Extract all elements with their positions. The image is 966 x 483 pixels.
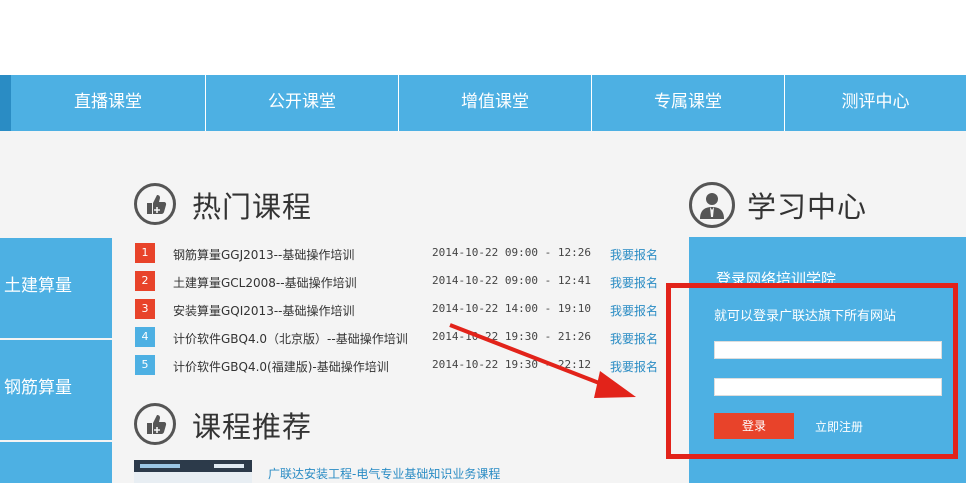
user-icon [689, 182, 735, 228]
nav-item-value-added[interactable]: 增值课堂 [398, 75, 591, 131]
course-time: 2014-10-22 19:30 - 22:12 [432, 358, 591, 371]
nav-item-assessment[interactable]: 测评中心 [784, 75, 966, 131]
signup-link[interactable]: 我要报名 [610, 274, 658, 291]
thumbs-up-icon [134, 183, 176, 225]
course-rank-badge: 3 [135, 299, 155, 319]
course-rank-badge: 4 [135, 327, 155, 347]
hot-courses-title: 热门课程 [192, 190, 313, 224]
nav-item-live[interactable]: 直播课堂 [11, 75, 205, 131]
signup-link[interactable]: 我要报名 [610, 358, 658, 375]
top-header [0, 0, 966, 75]
signup-link[interactable]: 我要报名 [610, 302, 658, 319]
course-name-link[interactable]: 钢筋算量GGJ2013--基础操作培训 [173, 246, 354, 263]
course-name-link[interactable]: 计价软件GBQ4.0(福建版)-基础操作培训 [173, 358, 389, 375]
recommend-title: 课程推荐 [192, 410, 313, 444]
nav-item-open[interactable]: 公开课堂 [205, 75, 398, 131]
course-rank-badge: 2 [135, 271, 155, 291]
nav-item-exclusive[interactable]: 专属课堂 [591, 75, 784, 131]
signup-link[interactable]: 我要报名 [610, 330, 658, 347]
sidebar-item-civil[interactable]: 土建算量 [0, 238, 112, 338]
course-time: 2014-10-22 09:00 - 12:41 [432, 274, 591, 287]
course-name-link[interactable]: 安装算量GQI2013--基础操作培训 [173, 302, 354, 319]
nav-edge-accent [0, 75, 11, 131]
course-name-link[interactable]: 土建算量GCL2008--基础操作培训 [173, 274, 357, 291]
course-time: 2014-10-22 14:00 - 19:10 [432, 302, 591, 315]
main-nav: 直播课堂 公开课堂 增值课堂 专属课堂 测评中心 [0, 75, 966, 131]
study-center-title: 学习中心 [747, 190, 868, 224]
thumbs-up-icon-2 [134, 403, 176, 445]
recommend-course-link[interactable]: 广联达安装工程-电气专业基础知识业务课程 [268, 465, 500, 482]
signup-link[interactable]: 我要报名 [610, 246, 658, 263]
course-name-link[interactable]: 计价软件GBQ4.0（北京版）--基础操作培训 [173, 330, 408, 347]
sidebar-item-more[interactable] [0, 442, 112, 483]
course-rank-badge: 1 [135, 243, 155, 263]
course-rank-badge: 5 [135, 355, 155, 375]
course-thumbnail[interactable] [134, 460, 252, 483]
course-time: 2014-10-22 09:00 - 12:26 [432, 246, 591, 259]
highlight-box [666, 283, 958, 459]
sidebar-item-rebar[interactable]: 钢筋算量 [0, 340, 112, 440]
course-time: 2014-10-22 19:30 - 21:26 [432, 330, 591, 343]
